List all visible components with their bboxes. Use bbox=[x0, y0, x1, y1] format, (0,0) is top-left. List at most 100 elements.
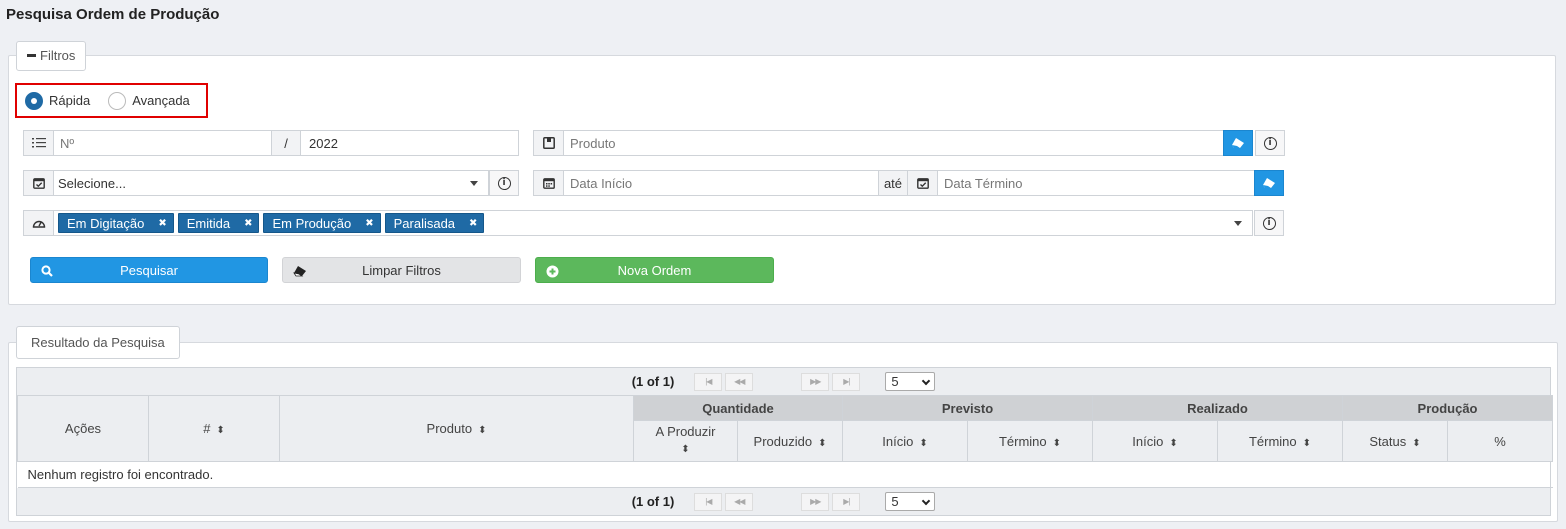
info-icon: i bbox=[1262, 216, 1276, 230]
sort-icon: ⬍ bbox=[1052, 437, 1062, 449]
col-prev-termino[interactable]: Término ⬍ bbox=[967, 420, 1094, 462]
last-page-icon[interactable]: ▶| bbox=[832, 492, 861, 511]
prev-page-icon[interactable]: ◀◀ bbox=[725, 492, 754, 511]
calendar-check-icon bbox=[908, 171, 938, 195]
last-page-icon[interactable]: ▶| bbox=[832, 372, 861, 391]
col-produto[interactable]: Produto ⬍ bbox=[279, 395, 634, 462]
status-chip: Paralisada ✖ bbox=[384, 213, 485, 233]
chip-remove-icon[interactable]: ✖ bbox=[469, 218, 477, 229]
status-chip-label: Emitida bbox=[186, 215, 231, 231]
col-number-label: # bbox=[203, 421, 211, 436]
group-producao: Produção bbox=[1342, 395, 1554, 421]
col-prev-inicio-label: Início bbox=[882, 433, 914, 449]
first-page-icon[interactable]: |◀ bbox=[694, 372, 723, 391]
col-prev-inicio[interactable]: Início ⬍ bbox=[842, 420, 969, 462]
rows-per-page-select[interactable]: 5 bbox=[885, 492, 936, 511]
clear-dates-button[interactable] bbox=[1254, 170, 1284, 196]
col-status[interactable]: Status ⬍ bbox=[1342, 420, 1449, 462]
new-order-button[interactable]: Nova Ordem bbox=[535, 257, 774, 283]
calendar-check-icon bbox=[24, 171, 54, 195]
chevron-down-icon bbox=[922, 496, 931, 506]
order-year-input[interactable] bbox=[301, 131, 518, 155]
first-page-icon[interactable]: |◀ bbox=[694, 492, 723, 511]
sort-icon: ⬍ bbox=[478, 425, 487, 436]
radio-avancada[interactable]: Avançada bbox=[108, 91, 190, 110]
start-date-input[interactable] bbox=[564, 171, 878, 195]
col-produzido-label: Produzido bbox=[753, 433, 813, 449]
new-order-label: Nova Ordem bbox=[617, 262, 692, 278]
results-grid: (1 of 1) |◀ ◀◀ ▶▶ ▶| 5 Ações # ⬍ Produto ⬍… bbox=[16, 367, 1554, 516]
rows-per-page-select[interactable]: 5 bbox=[885, 372, 936, 391]
prev-page-icon[interactable]: ◀◀ bbox=[725, 372, 754, 391]
results-legend: Resultado da Pesquisa bbox=[31, 335, 165, 350]
product-info-button[interactable]: i bbox=[1255, 130, 1285, 156]
end-date-input[interactable] bbox=[938, 171, 1255, 195]
sort-icon: ⬍ bbox=[818, 437, 827, 449]
chip-remove-icon[interactable]: ✖ bbox=[244, 218, 252, 229]
radio-avancada-indicator[interactable] bbox=[108, 91, 127, 110]
col-status-label: Status bbox=[1369, 433, 1407, 449]
results-table: Ações # ⬍ Produto ⬍ Quantidade Previsto Re… bbox=[17, 395, 1554, 488]
chevron-down-icon[interactable] bbox=[1234, 220, 1242, 226]
results-legend-tab[interactable]: Resultado da Pesquisa bbox=[16, 326, 180, 359]
search-button[interactable]: Pesquisar bbox=[30, 257, 268, 283]
status-chip: Emitida ✖ bbox=[177, 213, 260, 233]
status-chip: Em Produção ✖ bbox=[263, 213, 381, 233]
chip-remove-icon[interactable]: ✖ bbox=[158, 218, 166, 229]
status-chip: Em Digitação ✖ bbox=[58, 213, 174, 233]
col-real-inicio[interactable]: Início ⬍ bbox=[1092, 420, 1219, 462]
col-number[interactable]: # ⬍ bbox=[148, 395, 280, 462]
status-multiselect[interactable]: Em Digitação ✖ Emitida ✖ Em Produção ✖ Para… bbox=[23, 210, 1253, 236]
plus-circle-icon bbox=[546, 258, 559, 284]
col-produzido[interactable]: Produzido ⬍ bbox=[736, 420, 844, 462]
order-type-info-button[interactable]: i bbox=[489, 170, 519, 196]
col-acoes: Ações bbox=[17, 395, 149, 462]
pager-bottom: (1 of 1) |◀ ◀◀ ▶▶ ▶| 5 bbox=[17, 488, 1550, 515]
eraser-icon bbox=[1263, 178, 1275, 188]
clear-filters-button[interactable]: Limpar Filtros bbox=[282, 257, 521, 283]
pager-top: (1 of 1) |◀ ◀◀ ▶▶ ▶| 5 bbox=[17, 368, 1550, 395]
sort-icon: ⬍ bbox=[919, 437, 928, 449]
empty-message: Nenhum registro foi encontrado. bbox=[17, 461, 1553, 488]
order-type-value: Selecione... bbox=[58, 175, 126, 191]
radio-rapida-indicator[interactable] bbox=[25, 91, 43, 110]
radio-rapida[interactable]: Rápida bbox=[25, 91, 91, 110]
status-info-button[interactable]: i bbox=[1254, 210, 1284, 236]
eraser-icon bbox=[1232, 138, 1244, 148]
radio-rapida-label: Rápida bbox=[49, 93, 91, 108]
product-field bbox=[533, 130, 1225, 156]
order-number-input[interactable] bbox=[54, 131, 271, 155]
col-real-inicio-label: Início bbox=[1132, 433, 1164, 449]
clear-product-button[interactable] bbox=[1223, 130, 1253, 156]
next-page-icon[interactable]: ▶▶ bbox=[801, 372, 830, 391]
col-real-termino-label: Término bbox=[1248, 433, 1297, 449]
product-input[interactable] bbox=[564, 131, 1224, 155]
col-a-produzir[interactable]: A Produzir ⬍ bbox=[633, 420, 738, 462]
order-type-select[interactable]: Selecione... bbox=[23, 170, 489, 196]
search-icon bbox=[41, 258, 53, 284]
info-icon: i bbox=[1263, 136, 1277, 150]
next-page-icon[interactable]: ▶▶ bbox=[801, 492, 830, 511]
sort-icon: ⬍ bbox=[1169, 437, 1178, 449]
rows-per-page-value: 5 bbox=[891, 374, 899, 389]
chip-remove-icon[interactable]: ✖ bbox=[365, 218, 373, 229]
col-percent: % bbox=[1447, 420, 1554, 462]
pager-current: (1 of 1) bbox=[631, 494, 675, 509]
chevron-down-icon bbox=[470, 180, 478, 186]
list-numbered-icon bbox=[24, 131, 54, 155]
col-a-produzir-label: A Produzir bbox=[655, 424, 716, 439]
group-previsto: Previsto bbox=[842, 395, 1094, 421]
clear-filters-label: Limpar Filtros bbox=[362, 262, 441, 278]
eraser-icon bbox=[293, 258, 307, 284]
col-real-termino[interactable]: Término ⬍ bbox=[1217, 420, 1344, 462]
filters-toggle[interactable]: Filtros bbox=[16, 41, 87, 71]
filters-legend: Filtros bbox=[40, 48, 76, 63]
col-produto-label: Produto bbox=[426, 421, 473, 436]
chevron-down-icon bbox=[922, 376, 931, 386]
pager-current: (1 of 1) bbox=[631, 374, 675, 389]
date-range-field: até bbox=[533, 170, 1256, 196]
until-label: até bbox=[878, 171, 908, 195]
sort-icon: ⬍ bbox=[1302, 437, 1312, 449]
col-prev-termino-label: Término bbox=[998, 433, 1047, 449]
order-number-field: / bbox=[23, 130, 519, 156]
